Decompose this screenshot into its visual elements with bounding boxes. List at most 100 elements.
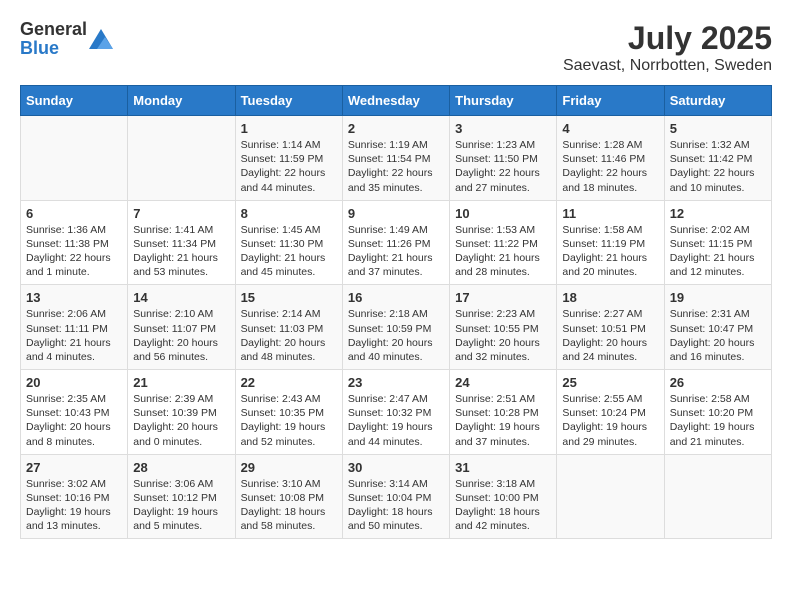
calendar-week-row: 20 Sunrise: 2:35 AM Sunset: 10:43 PM Dayl…: [21, 370, 772, 455]
calendar-cell: 27 Sunrise: 3:02 AM Sunset: 10:16 PM Dayl…: [21, 454, 128, 539]
day-info: Sunrise: 2:35 AM Sunset: 10:43 PM Daylig…: [26, 392, 122, 449]
calendar-cell: [128, 116, 235, 201]
day-info: Sunrise: 2:10 AM Sunset: 11:07 PM Daylig…: [133, 307, 229, 364]
calendar-cell: 2 Sunrise: 1:19 AM Sunset: 11:54 PM Dayli…: [342, 116, 449, 201]
logo-icon: [89, 29, 113, 49]
day-info: Sunrise: 1:53 AM Sunset: 11:22 PM Daylig…: [455, 223, 551, 280]
day-number: 23: [348, 375, 444, 390]
day-number: 30: [348, 460, 444, 475]
day-number: 1: [241, 121, 337, 136]
day-info: Sunrise: 2:14 AM Sunset: 11:03 PM Daylig…: [241, 307, 337, 364]
day-info: Sunrise: 1:23 AM Sunset: 11:50 PM Daylig…: [455, 138, 551, 195]
calendar-cell: 23 Sunrise: 2:47 AM Sunset: 10:32 PM Dayl…: [342, 370, 449, 455]
day-number: 14: [133, 290, 229, 305]
day-number: 7: [133, 206, 229, 221]
calendar-cell: 11Sunrise: 1:58 AM Sunset: 11:19 PM Dayl…: [557, 200, 664, 285]
day-info: Sunrise: 1:41 AM Sunset: 11:34 PM Daylig…: [133, 223, 229, 280]
calendar-cell: 24Sunrise: 2:51 AM Sunset: 10:28 PM Dayl…: [450, 370, 557, 455]
day-number: 21: [133, 375, 229, 390]
day-number: 15: [241, 290, 337, 305]
day-number: 2: [348, 121, 444, 136]
calendar-cell: 15 Sunrise: 2:14 AM Sunset: 11:03 PM Dayl…: [235, 285, 342, 370]
day-number: 10: [455, 206, 551, 221]
calendar-week-row: 1 Sunrise: 1:14 AM Sunset: 11:59 PM Dayli…: [21, 116, 772, 201]
day-info: Sunrise: 1:14 AM Sunset: 11:59 PM Daylig…: [241, 138, 337, 195]
calendar-cell: [557, 454, 664, 539]
day-info: Sunrise: 2:18 AM Sunset: 10:59 PM Daylig…: [348, 307, 444, 364]
day-number: 19: [670, 290, 766, 305]
day-number: 6: [26, 206, 122, 221]
day-number: 27: [26, 460, 122, 475]
day-info: Sunrise: 3:14 AM Sunset: 10:04 PM Daylig…: [348, 477, 444, 534]
weekday-header-wednesday: Wednesday: [342, 86, 449, 116]
day-info: Sunrise: 3:18 AM Sunset: 10:00 PM Daylig…: [455, 477, 551, 534]
day-number: 26: [670, 375, 766, 390]
day-number: 16: [348, 290, 444, 305]
calendar-cell: 9Sunrise: 1:49 AM Sunset: 11:26 PM Dayli…: [342, 200, 449, 285]
logo-general: General: [20, 19, 87, 39]
location-title: Saevast, Norrbotten, Sweden: [563, 57, 772, 75]
day-number: 11: [562, 206, 658, 221]
weekday-header-tuesday: Tuesday: [235, 86, 342, 116]
calendar-cell: 4 Sunrise: 1:28 AM Sunset: 11:46 PM Dayli…: [557, 116, 664, 201]
day-info: Sunrise: 2:06 AM Sunset: 11:11 PM Daylig…: [26, 307, 122, 364]
day-number: 22: [241, 375, 337, 390]
day-info: Sunrise: 2:23 AM Sunset: 10:55 PM Daylig…: [455, 307, 551, 364]
day-number: 24: [455, 375, 551, 390]
day-info: Sunrise: 2:55 AM Sunset: 10:24 PM Daylig…: [562, 392, 658, 449]
day-info: Sunrise: 1:45 AM Sunset: 11:30 PM Daylig…: [241, 223, 337, 280]
calendar-cell: 28Sunrise: 3:06 AM Sunset: 10:12 PM Dayl…: [128, 454, 235, 539]
calendar-cell: 8 Sunrise: 1:45 AM Sunset: 11:30 PM Dayli…: [235, 200, 342, 285]
day-number: 17: [455, 290, 551, 305]
day-info: Sunrise: 2:43 AM Sunset: 10:35 PM Daylig…: [241, 392, 337, 449]
calendar-cell: 5 Sunrise: 1:32 AM Sunset: 11:42 PM Dayli…: [664, 116, 771, 201]
day-info: Sunrise: 1:32 AM Sunset: 11:42 PM Daylig…: [670, 138, 766, 195]
calendar-cell: 25 Sunrise: 2:55 AM Sunset: 10:24 PM Dayl…: [557, 370, 664, 455]
day-number: 20: [26, 375, 122, 390]
day-info: Sunrise: 1:19 AM Sunset: 11:54 PM Daylig…: [348, 138, 444, 195]
calendar-cell: 18Sunrise: 2:27 AM Sunset: 10:51 PM Dayl…: [557, 285, 664, 370]
calendar-cell: 14 Sunrise: 2:10 AM Sunset: 11:07 PM Dayl…: [128, 285, 235, 370]
calendar-week-row: 27 Sunrise: 3:02 AM Sunset: 10:16 PM Dayl…: [21, 454, 772, 539]
day-info: Sunrise: 3:02 AM Sunset: 10:16 PM Daylig…: [26, 477, 122, 534]
day-number: 5: [670, 121, 766, 136]
calendar-week-row: 13Sunrise: 2:06 AM Sunset: 11:11 PM Dayl…: [21, 285, 772, 370]
day-info: Sunrise: 2:39 AM Sunset: 10:39 PM Daylig…: [133, 392, 229, 449]
weekday-header-monday: Monday: [128, 86, 235, 116]
calendar-cell: 21 Sunrise: 2:39 AM Sunset: 10:39 PM Dayl…: [128, 370, 235, 455]
calendar-cell: 17 Sunrise: 2:23 AM Sunset: 10:55 PM Dayl…: [450, 285, 557, 370]
calendar-cell: 26 Sunrise: 2:58 AM Sunset: 10:20 PM Dayl…: [664, 370, 771, 455]
page-header: General Blue July 2025 Saevast, Norrbott…: [20, 20, 772, 75]
day-info: Sunrise: 2:02 AM Sunset: 11:15 PM Daylig…: [670, 223, 766, 280]
weekday-header-thursday: Thursday: [450, 86, 557, 116]
weekday-header-friday: Friday: [557, 86, 664, 116]
day-number: 8: [241, 206, 337, 221]
day-info: Sunrise: 1:36 AM Sunset: 11:38 PM Daylig…: [26, 223, 122, 280]
day-info: Sunrise: 2:31 AM Sunset: 10:47 PM Daylig…: [670, 307, 766, 364]
day-number: 4: [562, 121, 658, 136]
calendar-header-row: SundayMondayTuesdayWednesdayThursdayFrid…: [21, 86, 772, 116]
day-info: Sunrise: 2:47 AM Sunset: 10:32 PM Daylig…: [348, 392, 444, 449]
title-block: July 2025 Saevast, Norrbotten, Sweden: [563, 20, 772, 75]
calendar-cell: 29 Sunrise: 3:10 AM Sunset: 10:08 PM Dayl…: [235, 454, 342, 539]
calendar-cell: 10 Sunrise: 1:53 AM Sunset: 11:22 PM Dayl…: [450, 200, 557, 285]
day-info: Sunrise: 2:58 AM Sunset: 10:20 PM Daylig…: [670, 392, 766, 449]
calendar-cell: 22 Sunrise: 2:43 AM Sunset: 10:35 PM Dayl…: [235, 370, 342, 455]
day-info: Sunrise: 1:28 AM Sunset: 11:46 PM Daylig…: [562, 138, 658, 195]
calendar-cell: 16 Sunrise: 2:18 AM Sunset: 10:59 PM Dayl…: [342, 285, 449, 370]
day-number: 29: [241, 460, 337, 475]
calendar-cell: 13Sunrise: 2:06 AM Sunset: 11:11 PM Dayl…: [21, 285, 128, 370]
calendar-cell: 20 Sunrise: 2:35 AM Sunset: 10:43 PM Dayl…: [21, 370, 128, 455]
day-info: Sunrise: 1:49 AM Sunset: 11:26 PM Daylig…: [348, 223, 444, 280]
calendar-cell: 6 Sunrise: 1:36 AM Sunset: 11:38 PM Dayli…: [21, 200, 128, 285]
calendar-cell: 31Sunrise: 3:18 AM Sunset: 10:00 PM Dayl…: [450, 454, 557, 539]
calendar-cell: 1 Sunrise: 1:14 AM Sunset: 11:59 PM Dayli…: [235, 116, 342, 201]
calendar-cell: 30 Sunrise: 3:14 AM Sunset: 10:04 PM Dayl…: [342, 454, 449, 539]
calendar-cell: 3Sunrise: 1:23 AM Sunset: 11:50 PM Dayli…: [450, 116, 557, 201]
day-number: 25: [562, 375, 658, 390]
calendar-cell: 7 Sunrise: 1:41 AM Sunset: 11:34 PM Dayli…: [128, 200, 235, 285]
logo: General Blue: [20, 20, 113, 58]
day-info: Sunrise: 3:10 AM Sunset: 10:08 PM Daylig…: [241, 477, 337, 534]
weekday-header-saturday: Saturday: [664, 86, 771, 116]
day-number: 12: [670, 206, 766, 221]
